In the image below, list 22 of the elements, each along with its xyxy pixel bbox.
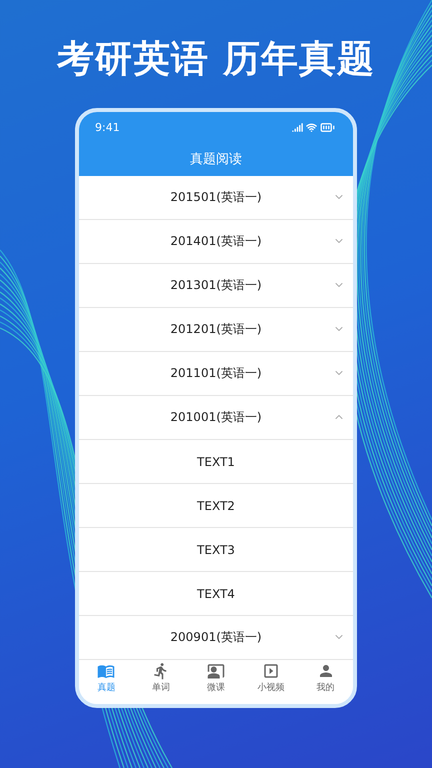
year-label[interactable]: 201501(英语一) xyxy=(170,189,262,206)
status-time: 9:41 xyxy=(95,120,120,134)
text-label[interactable]: TEXT2 xyxy=(197,498,235,512)
headline: 考研英语 历年真题 xyxy=(57,36,375,82)
year-label[interactable]: 201101(英语一) xyxy=(170,365,262,382)
year-label[interactable]: 201301(英语一) xyxy=(170,277,262,294)
year-label[interactable]: 201001(英语一) xyxy=(170,409,262,426)
play-icon xyxy=(262,662,280,680)
tab[interactable]: 单词 xyxy=(134,660,189,704)
text-label[interactable]: TEXT4 xyxy=(197,586,235,600)
tab[interactable]: 我的 xyxy=(298,660,353,704)
year-label[interactable]: 201401(英语一) xyxy=(170,233,262,250)
wifi-icon xyxy=(306,122,317,132)
tab[interactable]: 微课 xyxy=(188,660,244,704)
tab[interactable]: 小视频 xyxy=(243,660,298,704)
screen-title: 真题阅读 xyxy=(190,151,242,168)
year-label[interactable]: 200901(英语一) xyxy=(170,629,262,646)
year-label[interactable]: 201201(英语一) xyxy=(170,321,262,338)
text-label[interactable]: TEXT3 xyxy=(197,542,235,556)
signal-icon xyxy=(292,122,303,132)
text-label[interactable]: TEXT1 xyxy=(197,454,235,468)
presentation-board-icon xyxy=(206,662,225,680)
